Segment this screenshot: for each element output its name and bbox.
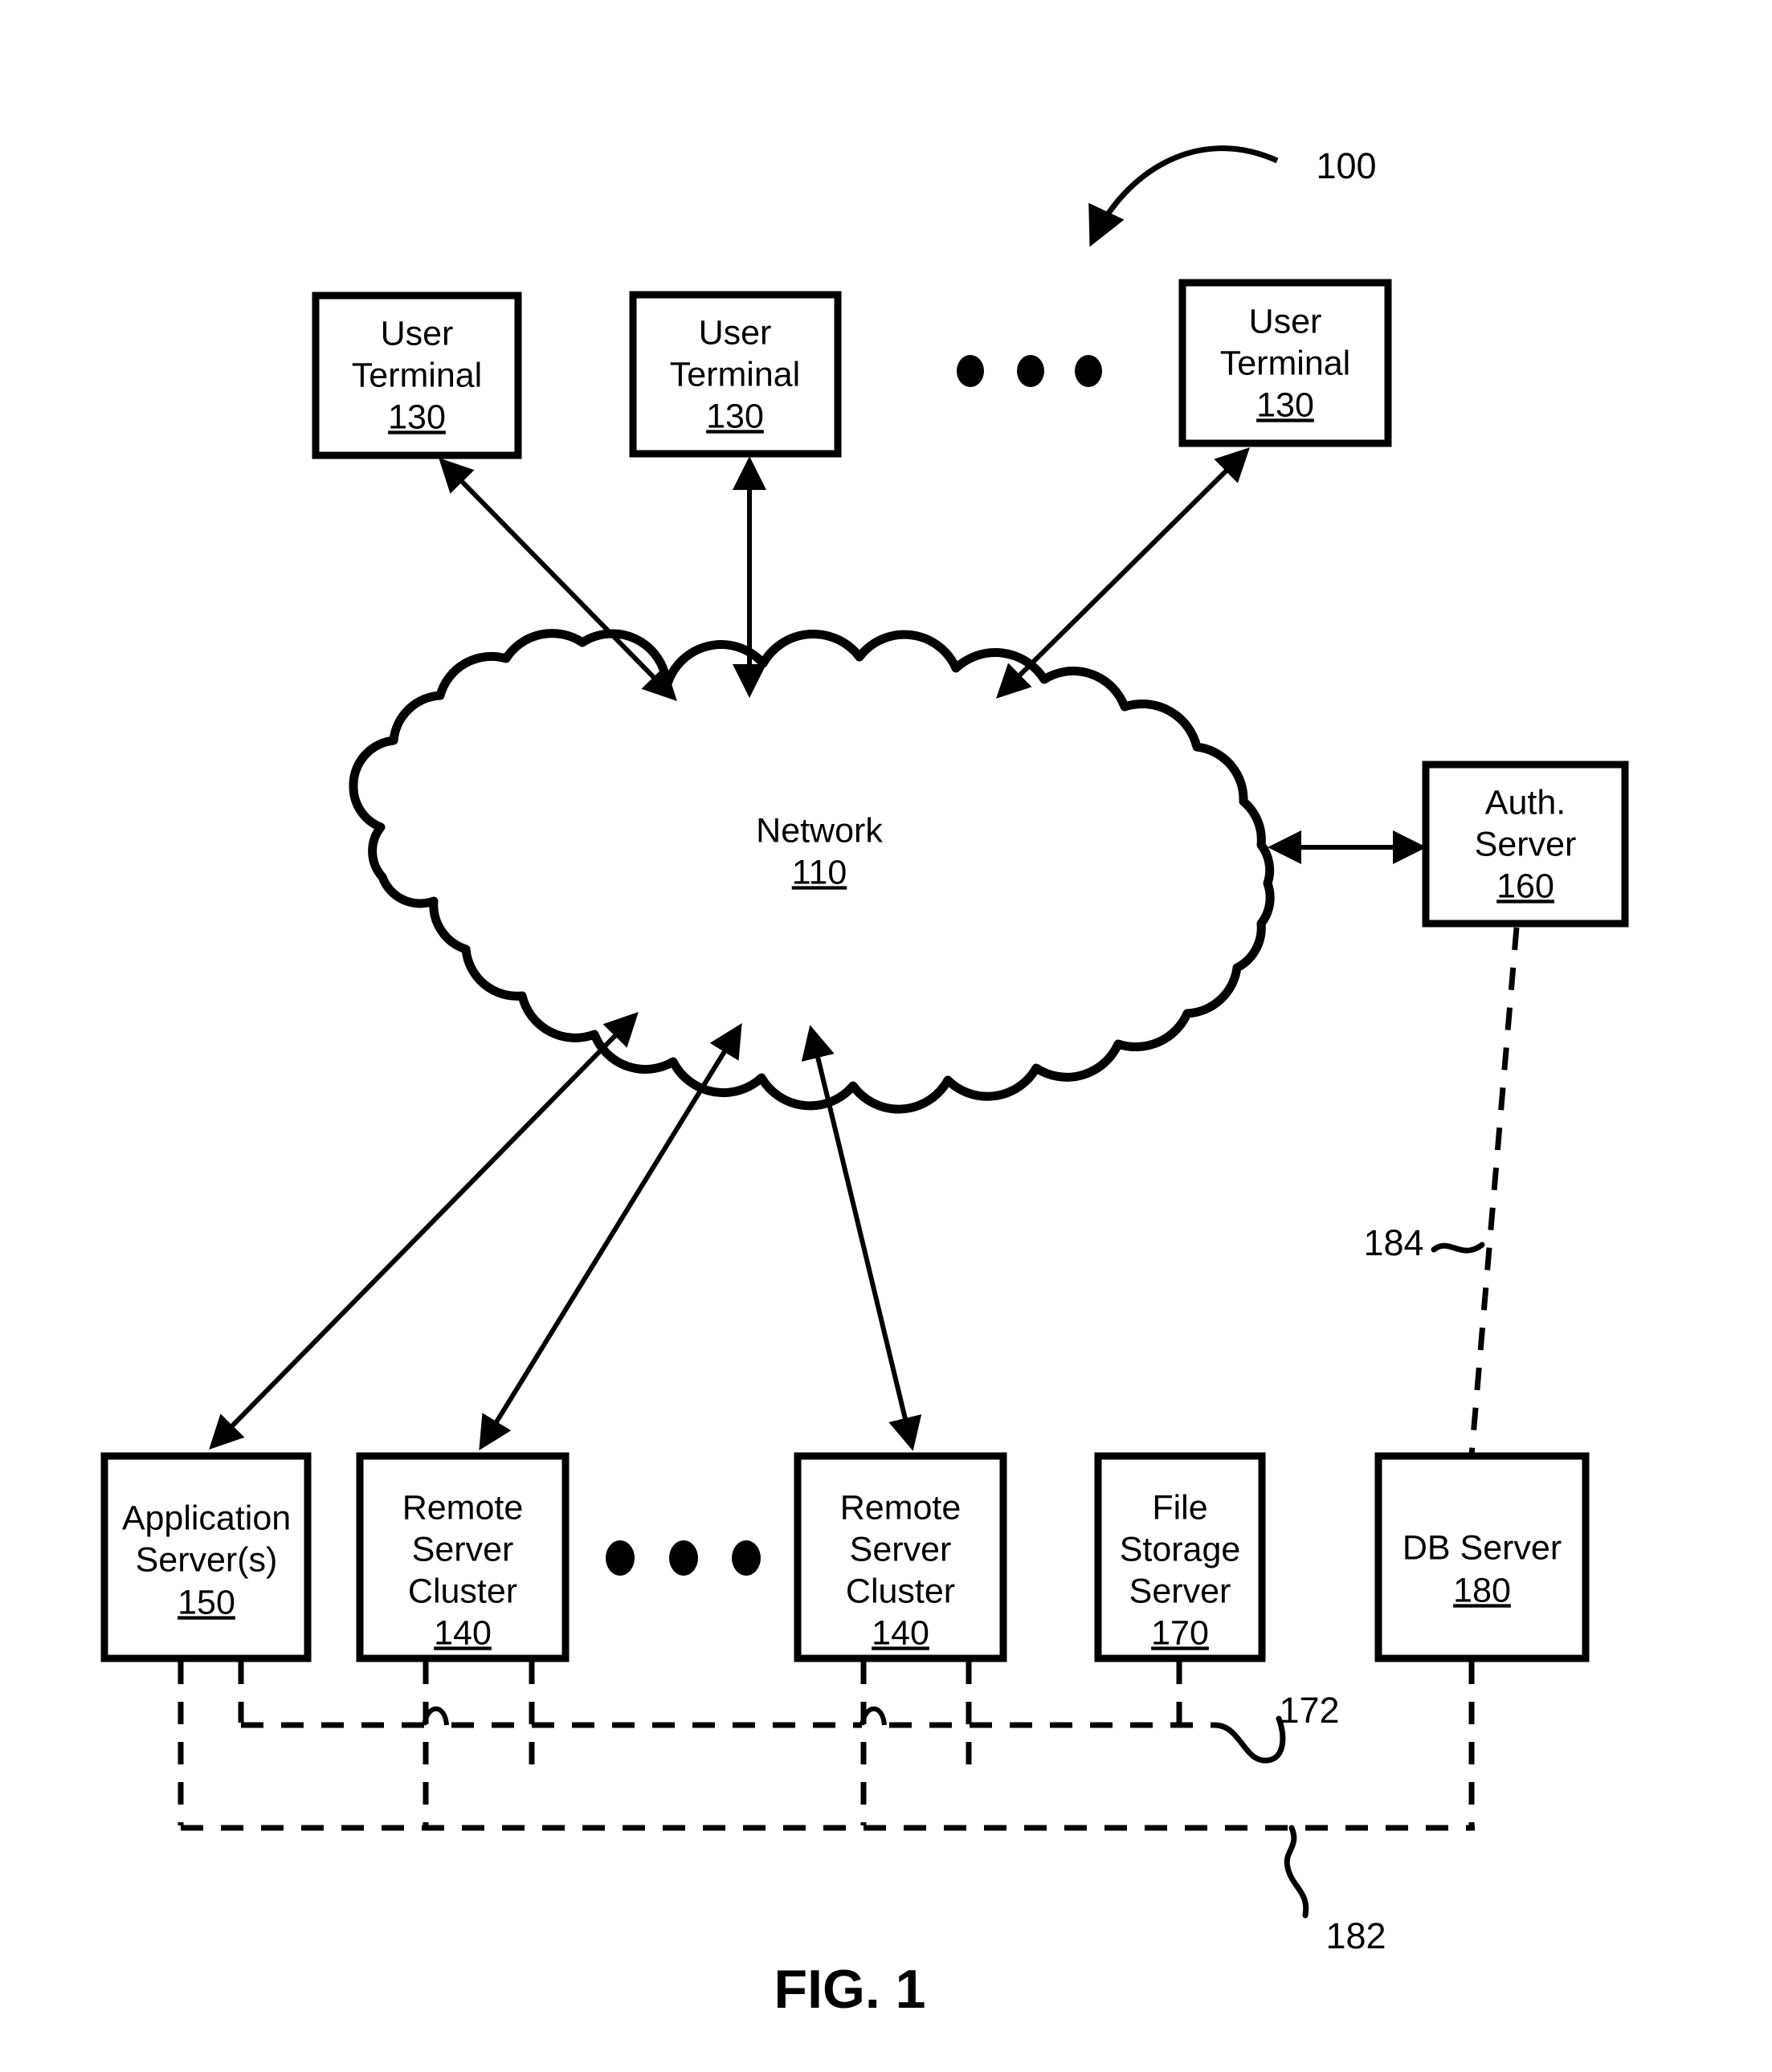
db-bus-ref: 182 xyxy=(1325,1915,1386,1956)
ellipsis-dot xyxy=(957,355,984,387)
user-terminal-1-line2: Terminal xyxy=(352,356,483,394)
file-storage-bus-leader xyxy=(1211,1715,1286,1764)
user-terminal-n-ref: 130 xyxy=(1256,385,1314,424)
user-terminal-1-ref: 130 xyxy=(388,398,446,436)
link-network-application-server xyxy=(209,1012,639,1450)
auth-server-ref: 160 xyxy=(1496,867,1554,905)
rsc1-line3: Cluster xyxy=(408,1572,517,1610)
auth-db-link-leader xyxy=(1431,1242,1485,1254)
auth-server-line1: Auth. xyxy=(1485,783,1566,822)
remote-server-cluster-n[interactable]: Remote Server Cluster 140 xyxy=(794,1452,1007,1662)
system-ref-label: 100 xyxy=(1316,145,1376,186)
link-network-remote-cluster-1 xyxy=(479,1023,742,1450)
user-terminal-1-line1: User xyxy=(381,314,454,353)
remote-server-cluster-1[interactable]: Remote Server Cluster 140 xyxy=(356,1452,570,1662)
user-terminal-2-line2: Terminal xyxy=(670,355,801,394)
rscn-line1: Remote xyxy=(840,1488,962,1527)
auth-db-link-ref: 184 xyxy=(1363,1222,1423,1263)
file-storage-bus-ref: 172 xyxy=(1279,1690,1339,1731)
user-terminal-2-ref: 130 xyxy=(706,397,764,435)
rsc1-line2: Server xyxy=(412,1530,514,1568)
file-storage-ref: 170 xyxy=(1151,1613,1209,1652)
application-server[interactable]: Application Server(s) 150 xyxy=(100,1452,312,1662)
user-terminal-n-line2: Terminal xyxy=(1220,344,1351,382)
user-terminal-n-line1: User xyxy=(1249,302,1322,341)
server-cluster-ellipsis xyxy=(606,1540,761,1576)
auth-db-dashed-link xyxy=(1468,927,1520,1456)
auth-server[interactable]: Auth. Server 160 xyxy=(1422,761,1629,928)
user-terminal-1[interactable]: User Terminal 130 xyxy=(312,292,522,459)
db-server[interactable]: DB Server 180 xyxy=(1374,1452,1590,1662)
file-storage-line2: Storage xyxy=(1120,1530,1241,1568)
rscn-line2: Server xyxy=(850,1530,952,1568)
user-terminal-2-line1: User xyxy=(699,313,772,352)
figure-page: 100 User Terminal 130 User Terminal 130 … xyxy=(0,0,1772,2072)
file-storage-server[interactable]: File Storage Server 170 xyxy=(1094,1452,1266,1662)
ellipsis-dot xyxy=(1017,355,1044,387)
rscn-ref: 140 xyxy=(872,1613,929,1652)
file-storage-line3: Server xyxy=(1129,1572,1231,1610)
db-bus-leader xyxy=(1284,1825,1309,1919)
db-server-line1: DB Server xyxy=(1402,1528,1562,1567)
file-storage-bus xyxy=(238,1662,1286,1779)
ellipsis-dot xyxy=(606,1540,635,1576)
user-terminal-ellipsis xyxy=(957,355,1102,387)
network-ref: 110 xyxy=(792,853,847,891)
user-terminal-n[interactable]: User Terminal 130 xyxy=(1178,279,1392,447)
application-server-ref: 150 xyxy=(178,1583,235,1621)
user-terminal-2[interactable]: User Terminal 130 xyxy=(629,291,842,458)
network-label: Network xyxy=(756,811,883,850)
ellipsis-dot xyxy=(1075,355,1102,387)
file-storage-line1: File xyxy=(1152,1488,1207,1527)
rsc1-line1: Remote xyxy=(402,1488,524,1527)
ellipsis-dot xyxy=(732,1540,761,1576)
rsc1-ref: 140 xyxy=(434,1613,492,1652)
application-server-line2: Server(s) xyxy=(136,1540,278,1579)
figure-caption: FIG. 1 xyxy=(774,1959,926,2020)
link-terminaln-network xyxy=(996,447,1250,699)
rscn-line3: Cluster xyxy=(846,1572,955,1610)
application-server-line1: Application xyxy=(122,1499,291,1537)
system-ref-pointer xyxy=(1088,145,1279,247)
ellipsis-dot xyxy=(669,1540,698,1576)
auth-server-line2: Server xyxy=(1475,825,1577,863)
patent-figure-svg: 100 User Terminal 130 User Terminal 130 … xyxy=(100,145,1629,2020)
db-server-ref: 180 xyxy=(1453,1571,1511,1609)
